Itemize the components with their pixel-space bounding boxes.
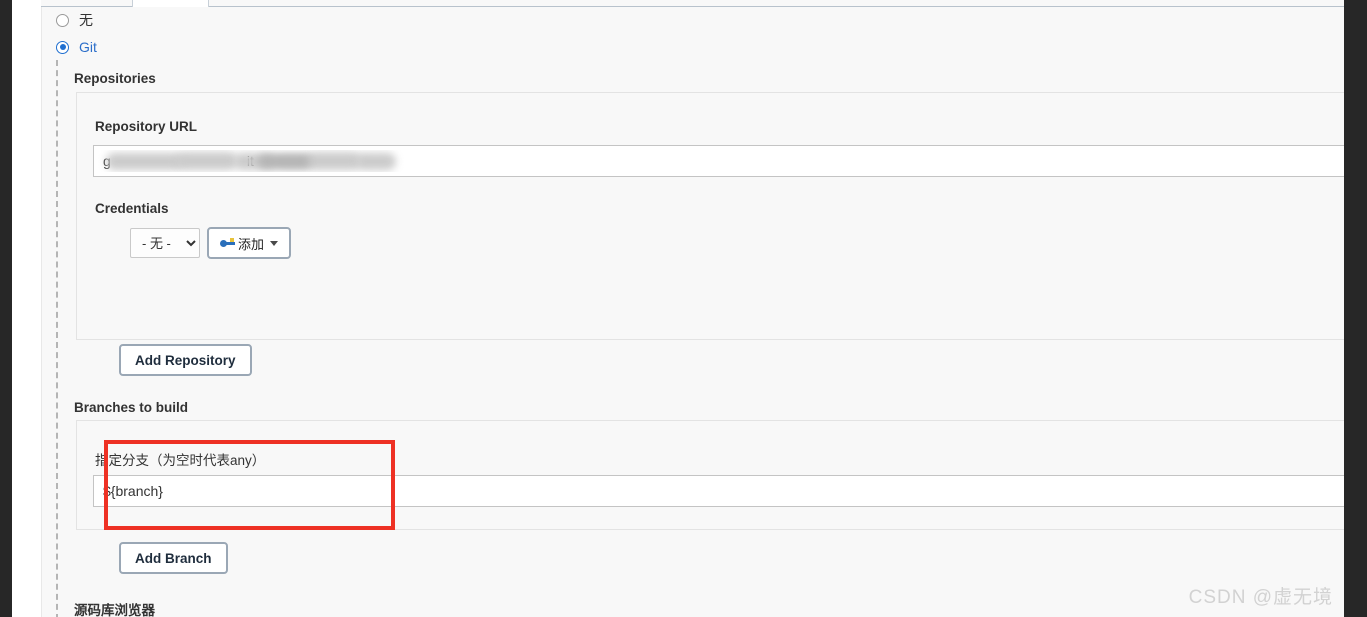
add-repository-button[interactable]: Add Repository [119,344,252,376]
tab-active-indicator[interactable] [133,0,208,7]
tab-separator [208,0,209,7]
scm-option-git[interactable]: Git [56,37,97,57]
left-gutter [0,0,12,617]
credentials-select[interactable]: - 无 - [130,228,200,258]
scm-option-none-label: 无 [79,12,93,28]
radio-icon[interactable] [56,13,69,27]
screenshot-root: 无 Git Repositories Repository URL Creden… [0,0,1367,617]
branch-specifier-label: 指定分支（为空时代表any） [95,453,266,468]
branches-heading: Branches to build [74,400,189,415]
repositories-heading: Repositories [74,71,156,86]
add-credentials-label: 添加 [238,236,265,252]
tab-strip [41,0,1344,7]
scm-option-git-label: Git [79,39,97,55]
branch-specifier-input[interactable] [93,475,1367,507]
repository-url-label: Repository URL [95,119,198,134]
right-gutter [1344,0,1367,617]
repository-group [76,92,1345,340]
source-code-management-panel: 无 Git Repositories Repository URL Creden… [41,7,1367,617]
scm-option-none[interactable]: 无 [56,10,93,30]
chevron-down-icon [270,240,279,246]
add-credentials-button[interactable]: 添加 [207,227,292,259]
radio-selected-icon[interactable] [56,40,69,54]
section-indent-rail [56,60,58,617]
key-icon [220,238,235,248]
credentials-label: Credentials [95,201,169,216]
repository-browser-heading: 源码库浏览器 [74,603,155,617]
add-branch-button[interactable]: Add Branch [119,542,228,574]
repository-url-input[interactable] [93,145,1367,177]
